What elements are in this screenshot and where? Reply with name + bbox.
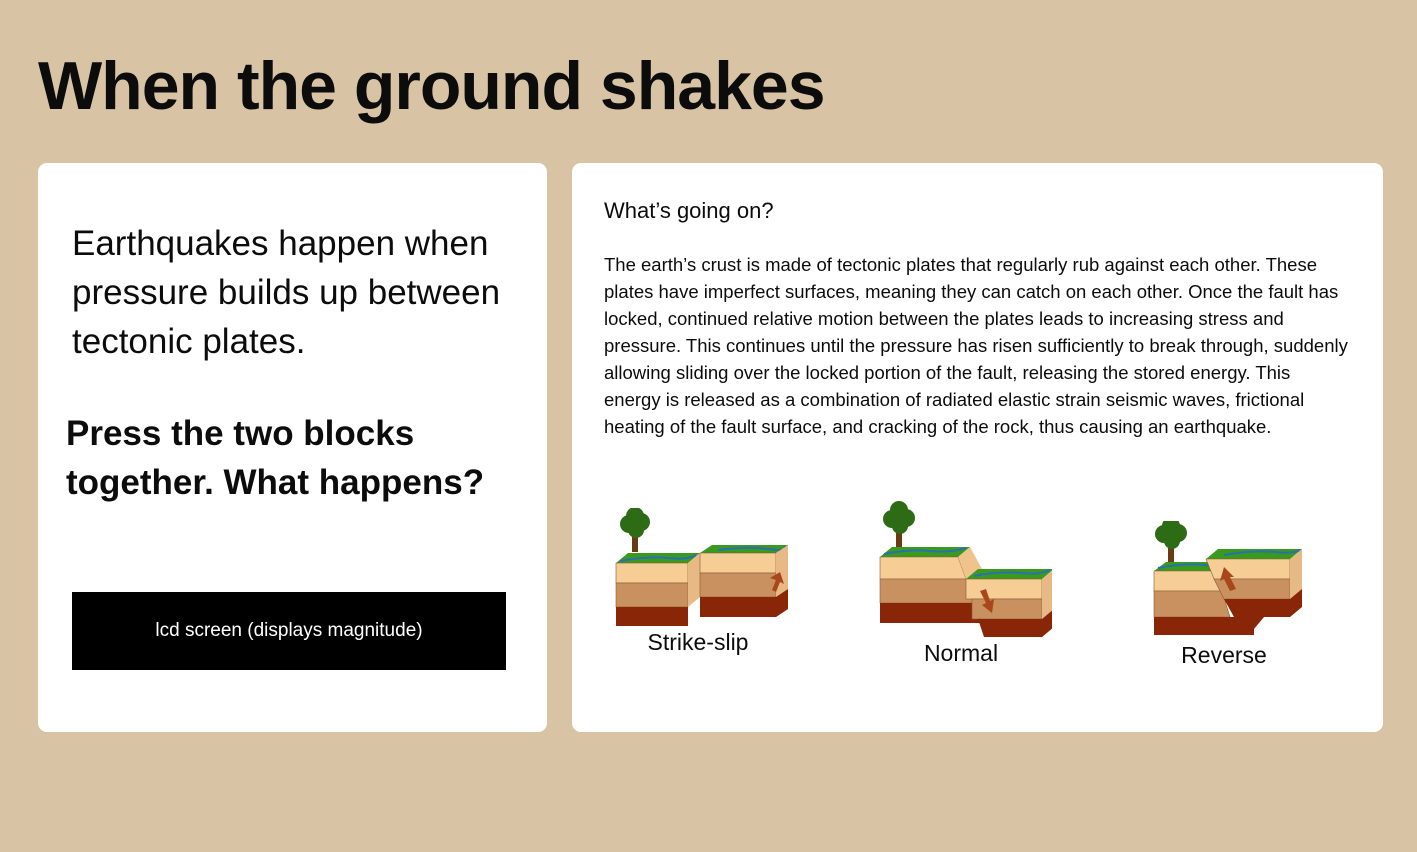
fault-reverse: Reverse	[1144, 521, 1304, 669]
fault-label-normal: Normal	[923, 640, 999, 666]
activity-card: Earthquakes happen when pressure builds …	[38, 163, 547, 732]
explanation-card: What’s going on? The earth’s crust is ma…	[572, 163, 1383, 732]
fault-strike-slip: Strike-slip	[608, 508, 788, 656]
strike-slip-fault-icon	[615, 508, 788, 626]
page-title: When the ground shakes	[38, 48, 826, 124]
lcd-screen-label: lcd screen (displays magnitude)	[155, 620, 423, 641]
fault-label-strike-slip: Strike-slip	[647, 629, 749, 655]
lcd-screen: lcd screen (displays magnitude)	[72, 592, 506, 670]
explanation-body: The earth’s crust is made of tectonic pl…	[604, 254, 1348, 437]
fault-normal: Normal	[870, 499, 1052, 667]
intro-text: Earthquakes happen when pressure builds …	[72, 224, 501, 361]
prompt-text: Press the two blocks together. What happ…	[66, 414, 485, 502]
fault-label-reverse: Reverse	[1181, 642, 1267, 668]
explanation-heading: What’s going on?	[604, 198, 774, 223]
normal-fault-icon	[879, 501, 1052, 637]
reverse-fault-icon	[1153, 521, 1302, 635]
